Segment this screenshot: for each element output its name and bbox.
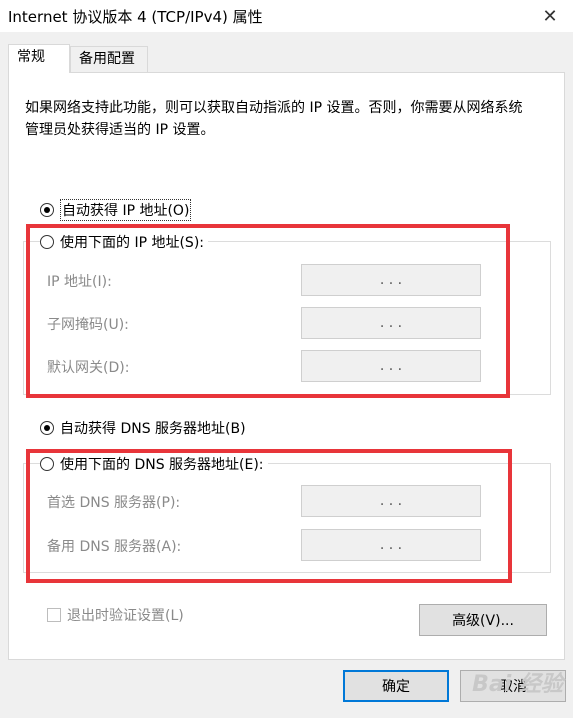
dialog-client: 常规 备用配置 如果网络支持此功能，则可以获取自动指派的 IP 设置。否则，你需… <box>0 32 573 718</box>
radio-auto-dns-indicator[interactable] <box>40 421 54 435</box>
radio-auto-ip-label: 自动获得 IP 地址(O) <box>60 199 192 221</box>
default-gateway-label: 默认网关(D): <box>47 360 130 376</box>
title-bar: Internet 协议版本 4 (TCP/IPv4) 属性 ✕ <box>0 0 573 32</box>
validate-checkbox-box[interactable] <box>47 608 61 622</box>
close-icon[interactable]: ✕ <box>527 0 573 32</box>
tab-alternate-config[interactable]: 备用配置 <box>70 46 148 72</box>
preferred-dns-label: 首选 DNS 服务器(P): <box>47 495 181 511</box>
general-panel: 如果网络支持此功能，则可以获取自动指派的 IP 设置。否则，你需要从网络系统管理… <box>8 72 565 660</box>
default-gateway-field[interactable]: . . . <box>301 350 481 382</box>
alternate-dns-field[interactable]: . . . <box>301 529 481 561</box>
radio-auto-dns[interactable]: 自动获得 DNS 服务器地址(B) <box>40 418 246 438</box>
subnet-mask-label: 子网掩码(U): <box>47 317 129 333</box>
radio-auto-dns-label: 自动获得 DNS 服务器地址(B) <box>60 421 246 437</box>
window-title: Internet 协议版本 4 (TCP/IPv4) 属性 <box>8 8 263 26</box>
radio-manual-ip[interactable]: 使用下面的 IP 地址(S): <box>40 232 208 252</box>
radio-manual-ip-indicator[interactable] <box>40 235 54 249</box>
radio-auto-ip-indicator[interactable] <box>40 203 54 217</box>
advanced-button[interactable]: 高级(V)... <box>419 604 547 636</box>
alternate-dns-label: 备用 DNS 服务器(A): <box>47 539 182 555</box>
radio-auto-ip[interactable]: 自动获得 IP 地址(O) <box>40 199 192 221</box>
radio-manual-dns-label: 使用下面的 DNS 服务器地址(E): <box>60 457 264 473</box>
preferred-dns-field[interactable]: . . . <box>301 485 481 517</box>
validate-checkbox-label: 退出时验证设置(L) <box>67 608 184 624</box>
description-text: 如果网络支持此功能，则可以获取自动指派的 IP 设置。否则，你需要从网络系统管理… <box>25 100 523 138</box>
radio-manual-ip-label: 使用下面的 IP 地址(S): <box>60 235 204 251</box>
validate-on-exit-checkbox[interactable]: 退出时验证设置(L) <box>47 605 184 625</box>
ip-address-label: IP 地址(I): <box>47 274 112 290</box>
baidu-watermark: Bai 经验 <box>472 672 563 697</box>
subnet-mask-field[interactable]: . . . <box>301 307 481 339</box>
ip-address-field[interactable]: . . . <box>301 264 481 296</box>
tab-general[interactable]: 常规 <box>8 44 70 73</box>
ok-button[interactable]: 确定 <box>343 670 449 702</box>
radio-manual-dns[interactable]: 使用下面的 DNS 服务器地址(E): <box>40 454 268 474</box>
radio-manual-dns-indicator[interactable] <box>40 457 54 471</box>
